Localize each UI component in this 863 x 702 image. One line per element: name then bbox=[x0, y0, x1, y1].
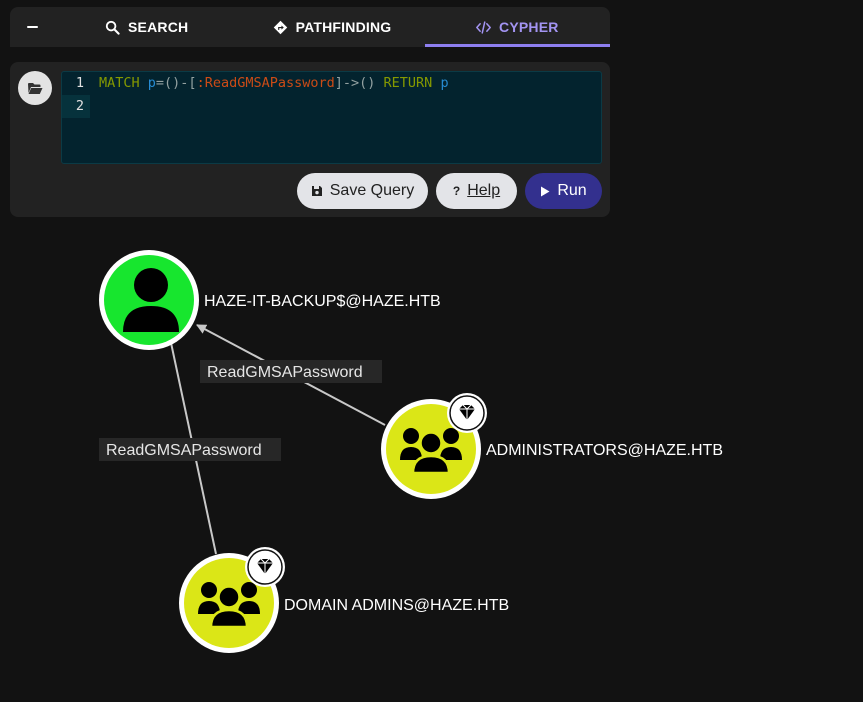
token-var: p bbox=[147, 75, 156, 91]
token-return: RETURN bbox=[383, 75, 433, 91]
node-label-administrators: ADMINISTRATORS@HAZE.HTB bbox=[486, 442, 723, 459]
token-pattern-end: ]->() bbox=[334, 75, 376, 91]
node-label-haze-it-backup: HAZE-IT-BACKUP$@HAZE.HTB bbox=[204, 293, 441, 310]
run-button[interactable]: Run bbox=[525, 173, 602, 209]
tab-pathfinding[interactable]: PATHFINDING bbox=[239, 7, 424, 47]
tab-search[interactable]: SEARCH bbox=[54, 7, 239, 47]
tier-zero-gem-icon bbox=[245, 547, 285, 587]
node-haze-it-backup[interactable] bbox=[99, 250, 199, 350]
node-administrators[interactable] bbox=[381, 393, 487, 499]
collapse-button[interactable] bbox=[10, 7, 54, 47]
help-button[interactable]: ? Help bbox=[436, 173, 517, 209]
code-icon bbox=[476, 20, 491, 34]
line-number: 1 bbox=[75, 75, 84, 91]
folder-open-icon bbox=[28, 82, 43, 94]
node-label-domain-admins: DOMAIN ADMINS@HAZE.HTB bbox=[284, 597, 509, 614]
help-label: Help bbox=[467, 182, 501, 199]
play-icon bbox=[541, 186, 550, 196]
edge-label-domain-admins[interactable]: ReadGMSAPassword bbox=[106, 442, 262, 459]
code-area[interactable]: MATCH p=()-[:ReadGMSAPassword]->() RETUR… bbox=[90, 72, 601, 163]
save-query-button[interactable]: Save Query bbox=[297, 173, 428, 209]
tab-search-label: SEARCH bbox=[128, 19, 189, 35]
tab-bar: SEARCH PATHFINDING CYPHER bbox=[10, 7, 611, 47]
question-icon: ? bbox=[452, 184, 461, 198]
graph-canvas[interactable]: ReadGMSAPassword ReadGMSAPassword HAZE-I… bbox=[0, 220, 863, 702]
run-label: Run bbox=[557, 182, 587, 199]
tab-cypher-label: CYPHER bbox=[499, 19, 559, 35]
edge-label-admins[interactable]: ReadGMSAPassword bbox=[207, 364, 363, 381]
save-icon bbox=[311, 186, 322, 196]
token-pattern-start: =()-[ bbox=[155, 75, 197, 91]
token-match: MATCH bbox=[99, 75, 140, 91]
saved-queries-button[interactable] bbox=[18, 71, 52, 105]
token-rel-type: :ReadGMSAPassword bbox=[196, 75, 335, 91]
code-line-1: MATCH p=()-[:ReadGMSAPassword]->() RETUR… bbox=[99, 72, 601, 95]
tab-cypher[interactable]: CYPHER bbox=[424, 7, 611, 47]
line-number-gutter: 1 2 bbox=[62, 72, 90, 163]
search-icon bbox=[105, 20, 120, 35]
save-query-label: Save Query bbox=[329, 182, 415, 199]
token-return-var: p bbox=[440, 75, 449, 91]
node-domain-admins[interactable] bbox=[179, 547, 285, 653]
directions-icon bbox=[273, 20, 287, 34]
cypher-editor[interactable]: 1 2 MATCH p=()-[:ReadGMSAPassword]->() R… bbox=[61, 71, 602, 164]
tab-pathfinding-label: PATHFINDING bbox=[295, 19, 392, 35]
line-number: 2 bbox=[62, 95, 90, 118]
cypher-query-panel: 1 2 MATCH p=()-[:ReadGMSAPassword]->() R… bbox=[10, 62, 610, 217]
minus-icon bbox=[26, 26, 38, 28]
tier-zero-gem-icon bbox=[447, 393, 487, 433]
